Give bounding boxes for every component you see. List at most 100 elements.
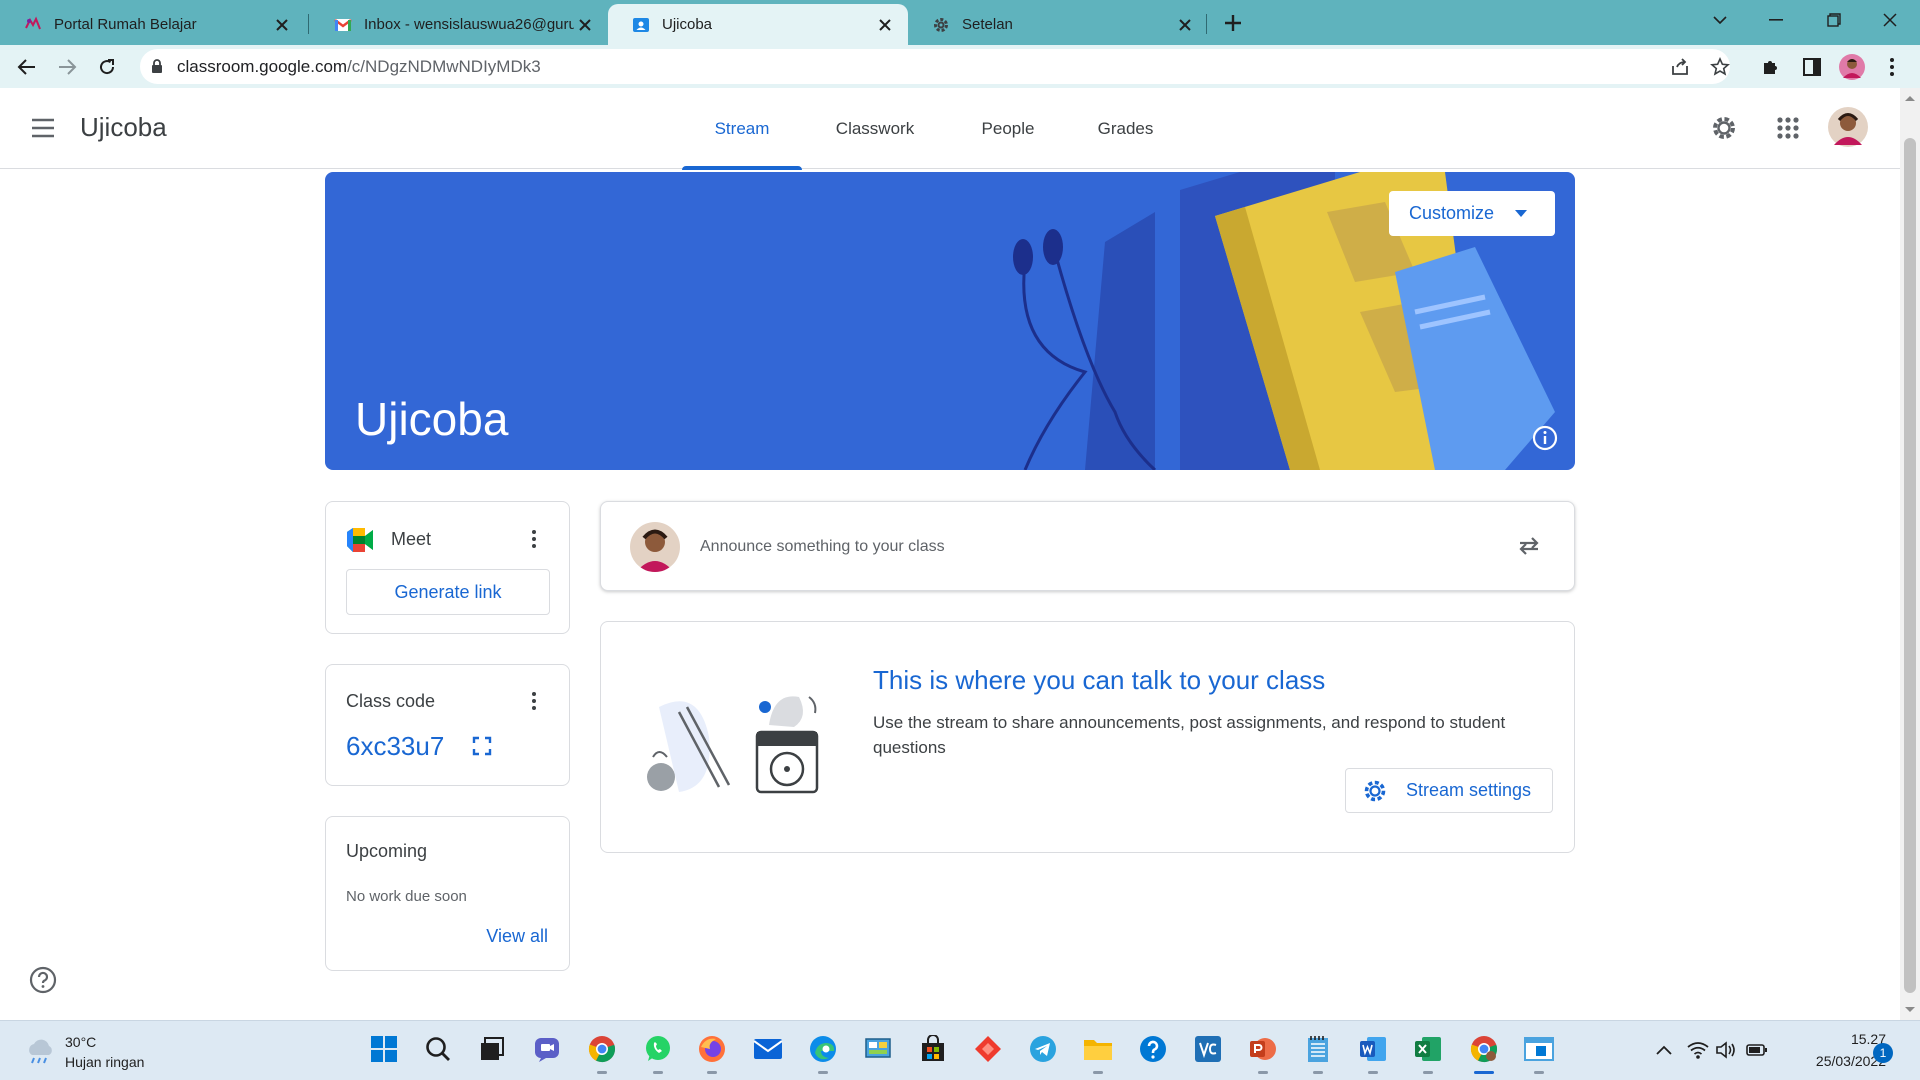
running-indicator: [1474, 1071, 1494, 1074]
tab-search-button[interactable]: [1692, 0, 1748, 40]
taskbar-remote-desktop[interactable]: [1523, 1033, 1555, 1074]
account-avatar-button[interactable]: [1827, 106, 1869, 148]
dropdown-arrow-icon: [1515, 210, 1527, 217]
rain-cloud-icon[interactable]: [24, 1037, 56, 1065]
share-icon[interactable]: [1670, 57, 1690, 77]
tab-separator: [1206, 14, 1207, 34]
tab-grades[interactable]: Grades: [1088, 88, 1163, 169]
scrollbar-thumb[interactable]: [1904, 138, 1916, 993]
taskbar-control-panel[interactable]: [862, 1033, 894, 1065]
class-code-more-options-button[interactable]: [521, 688, 547, 714]
taskbar-firefox[interactable]: [696, 1033, 728, 1074]
customize-label: Customize: [1409, 203, 1495, 223]
help-icon[interactable]: [29, 966, 57, 994]
close-icon[interactable]: [874, 14, 896, 36]
forward-button[interactable]: [51, 51, 83, 83]
tab-setelan[interactable]: Setelan: [908, 4, 1208, 45]
class-code-value: 6xc33u7: [346, 731, 445, 761]
taskbar-word[interactable]: [1357, 1033, 1389, 1074]
puzzle-icon: [1764, 61, 1777, 74]
customize-button[interactable]: Customize: [1389, 191, 1555, 236]
taskbar-search-button[interactable]: [422, 1033, 454, 1065]
tab-stream[interactable]: Stream: [682, 88, 802, 170]
taskbar-powerpoint[interactable]: [1247, 1033, 1279, 1074]
bookmark-star-icon[interactable]: [1710, 57, 1730, 77]
taskbar-get-help[interactable]: [1137, 1033, 1169, 1065]
lock-icon[interactable]: [151, 59, 163, 74]
taskbar-mail[interactable]: [752, 1033, 784, 1065]
class-settings-button[interactable]: [1707, 111, 1741, 145]
scroll-up-arrow-icon[interactable]: [1904, 94, 1916, 102]
weather-description[interactable]: Hujan ringan: [65, 1054, 144, 1070]
generate-link-button[interactable]: Generate link: [346, 569, 550, 615]
minimize-button[interactable]: [1748, 0, 1804, 40]
tab-gmail-inbox[interactable]: Inbox - wensislauswua26@guru.s: [310, 4, 608, 45]
google-apps-button[interactable]: [1771, 111, 1805, 145]
url-text[interactable]: classroom.google.com/c/NDgzNDMwNDIyMDk3: [177, 57, 541, 77]
battery-status[interactable]: [1746, 1039, 1768, 1061]
close-window-button[interactable]: [1862, 0, 1918, 40]
class-title[interactable]: Ujicoba: [80, 112, 167, 143]
search-icon: [426, 1037, 450, 1061]
taskbar-edge[interactable]: [807, 1033, 839, 1074]
close-icon[interactable]: [271, 14, 293, 36]
tab-classwork[interactable]: Classwork: [822, 88, 928, 169]
taskbar-telegram[interactable]: [1027, 1033, 1059, 1065]
volume-status[interactable]: [1716, 1039, 1738, 1061]
close-icon[interactable]: [1174, 14, 1196, 36]
browser-menu-button[interactable]: [1876, 51, 1908, 83]
notification-badge[interactable]: 1: [1873, 1043, 1893, 1063]
view-all-link[interactable]: View all: [486, 926, 548, 947]
scroll-down-arrow-icon[interactable]: [1904, 1006, 1916, 1014]
show-hidden-icons-button[interactable]: [1653, 1039, 1675, 1061]
repost-icon[interactable]: [1516, 533, 1542, 559]
running-indicator: [597, 1071, 607, 1074]
restore-button[interactable]: [1806, 0, 1862, 40]
extensions-button[interactable]: [1755, 51, 1787, 83]
meet-more-options-button[interactable]: [521, 526, 547, 552]
hamburger-menu-icon[interactable]: [30, 116, 58, 140]
avatar: [1839, 54, 1865, 80]
stream-settings-button[interactable]: Stream settings: [1345, 768, 1553, 813]
new-tab-button[interactable]: [1220, 10, 1246, 36]
taskbar-notepad[interactable]: [1302, 1033, 1334, 1074]
clock-time[interactable]: 15.27: [1810, 1031, 1886, 1047]
taskbar-chrome-1[interactable]: [586, 1033, 618, 1074]
restore-icon: [1827, 13, 1841, 27]
arrow-left-icon: [17, 59, 35, 75]
fullscreen-icon[interactable]: [472, 736, 492, 756]
info-icon[interactable]: [1531, 424, 1559, 452]
browser-toolbar: classroom.google.com/c/NDgzNDMwNDIyMDk3: [0, 45, 1920, 88]
side-panel-button[interactable]: [1796, 51, 1828, 83]
tab-ujicoba[interactable]: Ujicoba: [608, 4, 908, 45]
back-button[interactable]: [11, 51, 43, 83]
address-bar[interactable]: classroom.google.com/c/NDgzNDMwNDIyMDk3: [140, 49, 1730, 84]
taskbar-excel[interactable]: [1412, 1033, 1444, 1074]
announce-placeholder[interactable]: Announce something to your class: [700, 538, 945, 556]
close-icon[interactable]: [574, 14, 596, 36]
weather-temperature[interactable]: 30°C: [65, 1034, 96, 1050]
wifi-status[interactable]: [1687, 1039, 1709, 1061]
tab-portal-rumah-belajar[interactable]: Portal Rumah Belajar: [0, 4, 305, 45]
rumah-belajar-icon: [25, 16, 41, 29]
more-vert-icon: [532, 530, 536, 548]
taskbar-start-button[interactable]: [368, 1033, 400, 1065]
tab-title: Inbox - wensislauswua26@guru.s: [364, 16, 574, 33]
announce-box[interactable]: Announce something to your class: [600, 501, 1575, 591]
running-indicator: [707, 1071, 717, 1074]
upcoming-card: Upcoming No work due soon View all: [325, 816, 570, 971]
taskbar-teams-chat[interactable]: [531, 1033, 563, 1065]
taskbar-store[interactable]: [917, 1033, 949, 1065]
taskbar-task-view-button[interactable]: [476, 1033, 508, 1065]
tab-people[interactable]: People: [968, 88, 1048, 169]
taskbar-anydesk[interactable]: [972, 1033, 1004, 1065]
taskbar-whatsapp[interactable]: [642, 1033, 674, 1074]
page-scrollbar[interactable]: [1900, 88, 1920, 1020]
reload-button[interactable]: [91, 51, 123, 83]
taskbar-vscode[interactable]: [1192, 1033, 1224, 1065]
class-banner: Ujicoba Customize: [325, 172, 1575, 470]
taskbar-chrome-2[interactable]: [1468, 1033, 1500, 1074]
clock-date[interactable]: 25/03/2022: [1790, 1053, 1886, 1069]
taskbar-file-explorer[interactable]: [1082, 1033, 1114, 1074]
profile-avatar-button[interactable]: [1836, 51, 1868, 83]
